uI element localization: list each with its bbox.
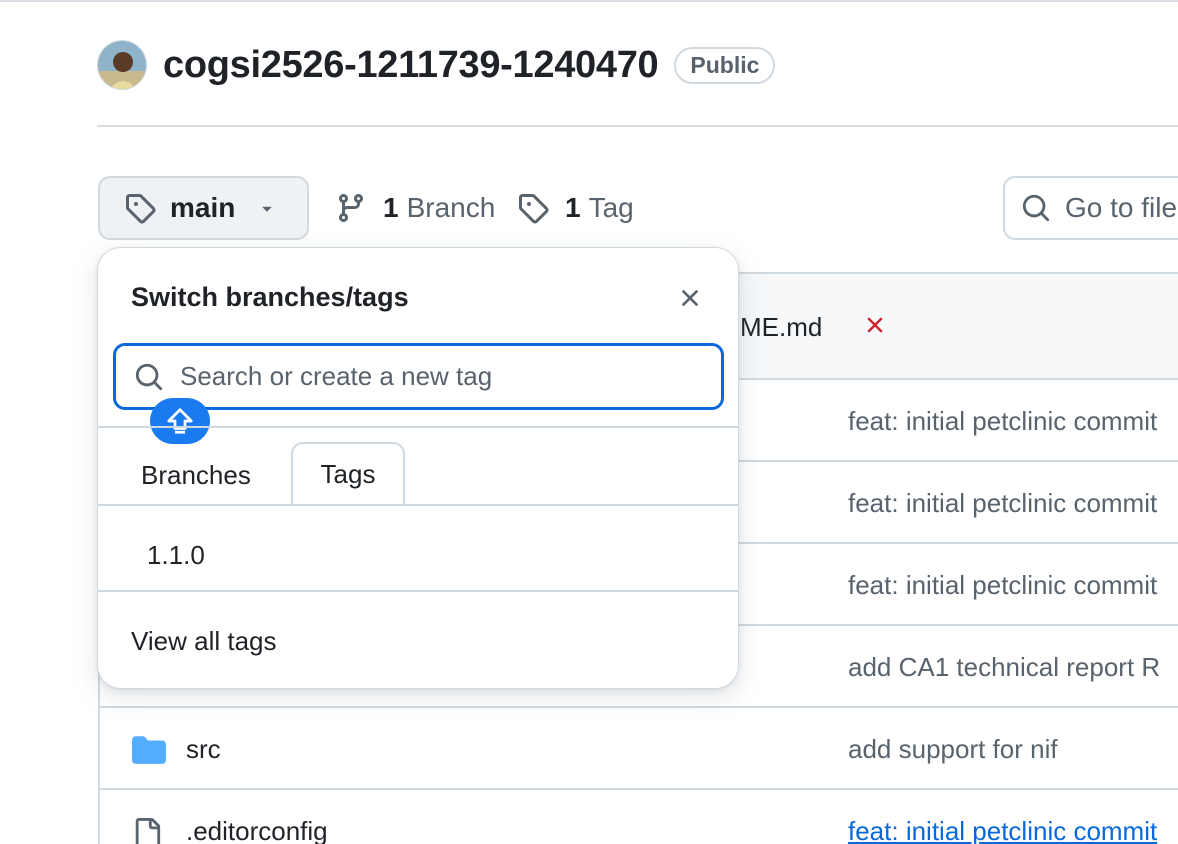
caret-down-icon bbox=[262, 206, 272, 212]
folder-icon bbox=[132, 734, 166, 769]
popover-title: Switch branches/tags bbox=[131, 282, 409, 312]
tag-count: 1 bbox=[565, 192, 581, 223]
table-row[interactable]: src add support for nif bbox=[100, 708, 1178, 790]
tag-list-item[interactable]: 1.1.0 bbox=[147, 540, 205, 571]
view-all-tags-link[interactable]: View all tags bbox=[131, 626, 277, 657]
ref-search-input[interactable] bbox=[180, 361, 680, 392]
branch-count-label: Branch bbox=[406, 192, 496, 223]
tags-link[interactable]: 1 Tag bbox=[517, 190, 634, 226]
divider bbox=[98, 426, 738, 428]
commit-message[interactable]: add CA1 technical report R bbox=[848, 652, 1160, 683]
branch-count: 1 bbox=[383, 192, 399, 223]
branches-link[interactable]: 1 Branch bbox=[335, 190, 495, 226]
commit-message[interactable]: add support for nif bbox=[848, 734, 1058, 765]
current-ref-label: main bbox=[170, 192, 236, 223]
commit-message[interactable]: feat: initial petclinic commit bbox=[848, 488, 1157, 519]
file-icon bbox=[132, 816, 162, 844]
divider bbox=[98, 504, 738, 506]
table-row[interactable]: .editorconfig feat: initial petclinic co… bbox=[100, 790, 1178, 844]
ref-search-field[interactable] bbox=[113, 343, 724, 410]
repo-name[interactable]: cogsi2526-1211739-1240470 bbox=[163, 44, 659, 87]
tab-tags-label: Tags bbox=[320, 458, 376, 489]
git-branch-icon bbox=[338, 194, 363, 223]
go-to-file-input[interactable]: Go to file bbox=[1003, 176, 1178, 240]
branch-select-button[interactable]: main bbox=[98, 176, 309, 240]
commit-message[interactable]: feat: initial petclinic commit bbox=[848, 406, 1157, 437]
close-icon[interactable] bbox=[676, 284, 704, 312]
tag-count-label: Tag bbox=[588, 192, 634, 223]
tab-branches[interactable]: Branches bbox=[141, 460, 251, 491]
tab-tags[interactable]: Tags bbox=[291, 442, 405, 506]
file-name[interactable]: src bbox=[186, 734, 221, 765]
repo-header: cogsi2526-1211739-1240470 Public bbox=[97, 40, 776, 90]
tag-icon bbox=[126, 194, 156, 224]
header-divider bbox=[97, 125, 1178, 127]
commit-message[interactable]: feat: initial petclinic commit bbox=[848, 570, 1157, 601]
owner-avatar[interactable] bbox=[97, 40, 147, 90]
file-name[interactable]: .editorconfig bbox=[186, 816, 328, 844]
search-icon bbox=[1022, 194, 1050, 222]
search-icon bbox=[135, 363, 163, 390]
header-file-link[interactable]: ME.md bbox=[740, 312, 822, 343]
divider bbox=[98, 590, 738, 592]
failed-status-icon bbox=[862, 312, 888, 343]
shift-key-icon bbox=[150, 398, 210, 444]
go-to-file-text: Go to file bbox=[1065, 192, 1178, 223]
commit-message-link[interactable]: feat: initial petclinic commit bbox=[848, 816, 1157, 844]
tag-icon bbox=[519, 194, 549, 224]
ref-selector-popover: Switch branches/tags Branches Tags 1.1.0… bbox=[97, 247, 739, 689]
visibility-badge: Public bbox=[674, 46, 776, 84]
top-divider bbox=[0, 0, 1178, 2]
